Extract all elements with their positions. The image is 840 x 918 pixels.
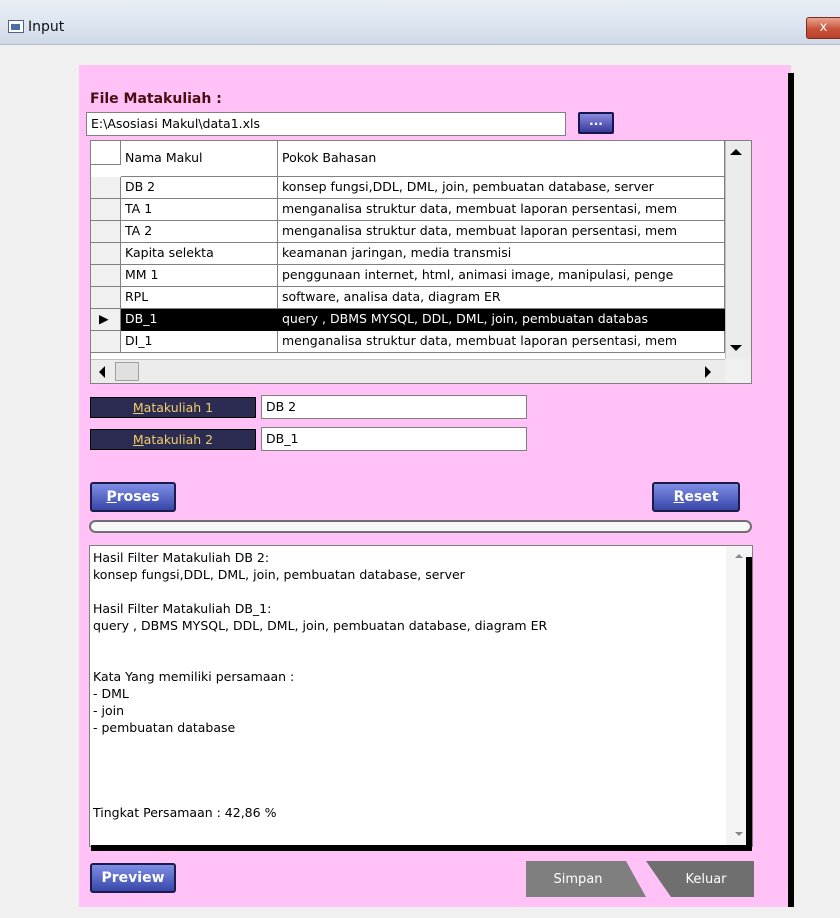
row-indicator[interactable] — [91, 265, 121, 287]
cell-nama-makul[interactable]: DI_1 — [121, 331, 278, 353]
result-line: Tingkat Persamaan : 42,86 % — [93, 805, 277, 820]
matakuliah1-label: Matakuliah 1 — [90, 397, 256, 418]
row-indicator[interactable] — [91, 199, 121, 221]
cell-nama-makul[interactable]: TA 1 — [121, 199, 278, 221]
cell-pokok-bahasan[interactable]: konsep fungsi,DDL, DML, join, pembuatan … — [278, 177, 725, 199]
table-row[interactable]: RPL software, analisa data, diagram ER — [91, 287, 725, 309]
preview-button[interactable]: Preview — [90, 863, 176, 893]
result-shadow-right — [746, 557, 752, 851]
result-line: - pembuatan database — [93, 720, 236, 735]
result-line: Hasil Filter Matakuliah DB 2: — [93, 550, 270, 565]
scroll-down-icon[interactable] — [735, 832, 743, 836]
cell-pokok-bahasan[interactable]: query , DBMS MYSQL, DDL, DML, join, pemb… — [278, 309, 725, 331]
cell-nama-makul[interactable]: Kapita selekta — [121, 243, 278, 265]
scroll-down-icon[interactable] — [730, 345, 742, 351]
cell-nama-makul[interactable]: DB 2 — [121, 177, 278, 199]
scroll-thumb[interactable] — [115, 362, 139, 381]
keluar-button[interactable]: Keluar — [660, 863, 752, 896]
row-indicator[interactable] — [91, 177, 121, 199]
scroll-corner — [725, 359, 751, 383]
result-line: Hasil Filter Matakuliah DB_1: — [93, 601, 272, 616]
proses-button[interactable]: Proses — [90, 482, 176, 512]
cell-pokok-bahasan[interactable]: keamanan jaringan, media transmisi — [278, 243, 725, 265]
table-row[interactable]: DB 2 konsep fungsi,DDL, DML, join, pembua… — [91, 177, 725, 199]
result-line: - join — [93, 703, 124, 718]
column-header-nama[interactable]: Nama Makul — [121, 141, 278, 177]
result-line: Kata Yang memiliki persamaan : — [93, 669, 295, 684]
row-indicator[interactable] — [91, 331, 121, 353]
table-row[interactable]: TA 2 menganalisa struktur data, membuat l… — [91, 221, 725, 243]
matakuliah1-field[interactable]: DB 2 — [261, 395, 527, 419]
grid-header-row: Nama Makul Pokok Bahasan — [91, 141, 725, 177]
grid-horizontal-scrollbar[interactable] — [91, 359, 725, 383]
cell-pokok-bahasan[interactable]: penggunaan internet, html, animasi image… — [278, 265, 725, 287]
scroll-up-icon[interactable] — [730, 149, 742, 155]
scroll-right-icon[interactable] — [705, 366, 711, 378]
file-label: File Matakuliah : — [90, 91, 222, 107]
cell-pokok-bahasan[interactable]: menganalisa struktur data, membuat lapor… — [278, 221, 725, 243]
row-indicator[interactable] — [91, 287, 121, 309]
result-line: - DML — [93, 686, 129, 701]
browse-button[interactable]: ... — [578, 112, 614, 134]
reset-button[interactable]: Reset — [652, 482, 740, 512]
panel-shadow-border — [788, 73, 794, 907]
window-icon — [8, 20, 24, 33]
result-line: konsep fungsi,DDL, DML, join, pembuatan … — [93, 567, 465, 582]
close-button[interactable]: x — [806, 17, 840, 39]
table-row[interactable]: TA 1 menganalisa struktur data, membuat l… — [91, 199, 725, 221]
file-path-input[interactable]: E:\Asosiasi Makul\data1.xls — [86, 112, 566, 136]
cell-nama-makul[interactable]: MM 1 — [121, 265, 278, 287]
row-indicator[interactable] — [91, 243, 121, 265]
result-shadow-bottom — [91, 845, 752, 851]
scroll-left-icon[interactable] — [99, 366, 105, 378]
cell-pokok-bahasan[interactable]: menganalisa struktur data, membuat lapor… — [278, 331, 725, 353]
cell-pokok-bahasan[interactable]: menganalisa struktur data, membuat lapor… — [278, 199, 725, 221]
window-title: Input — [28, 19, 65, 35]
result-line: query , DBMS MYSQL, DDL, DML, join, pemb… — [93, 618, 548, 633]
matakuliah-grid[interactable]: Nama Makul Pokok Bahasan DB 2 konsep fung… — [90, 140, 752, 384]
title-bar: Input x — [0, 0, 840, 45]
grid-corner-cell — [91, 141, 121, 165]
cell-nama-makul[interactable]: DB_1 — [121, 309, 278, 331]
cell-pokok-bahasan[interactable]: software, analisa data, diagram ER — [278, 287, 725, 309]
scroll-up-icon[interactable] — [735, 554, 743, 558]
progress-bar — [89, 520, 752, 533]
simpan-button[interactable]: Simpan — [526, 863, 630, 896]
row-indicator[interactable] — [91, 221, 121, 243]
table-row[interactable]: MM 1 penggunaan internet, html, animasi i… — [91, 265, 725, 287]
cell-nama-makul[interactable]: TA 2 — [121, 221, 278, 243]
matakuliah2-field[interactable]: DB_1 — [261, 427, 527, 451]
grid-vertical-scrollbar[interactable] — [725, 141, 751, 359]
column-header-pokok[interactable]: Pokok Bahasan — [278, 141, 725, 177]
table-row[interactable]: ▶ DB_1 query , DBMS MYSQL, DDL, DML, join,… — [91, 309, 725, 331]
cell-nama-makul[interactable]: RPL — [121, 287, 278, 309]
table-row[interactable]: DI_1 menganalisa struktur data, membuat l… — [91, 331, 725, 353]
matakuliah2-label: Matakuliah 2 — [90, 429, 256, 450]
row-indicator[interactable]: ▶ — [91, 309, 121, 331]
table-row[interactable]: Kapita selekta keamanan jaringan, media t… — [91, 243, 725, 265]
result-textarea[interactable]: Hasil Filter Matakuliah DB 2: konsep fung… — [89, 545, 753, 847]
